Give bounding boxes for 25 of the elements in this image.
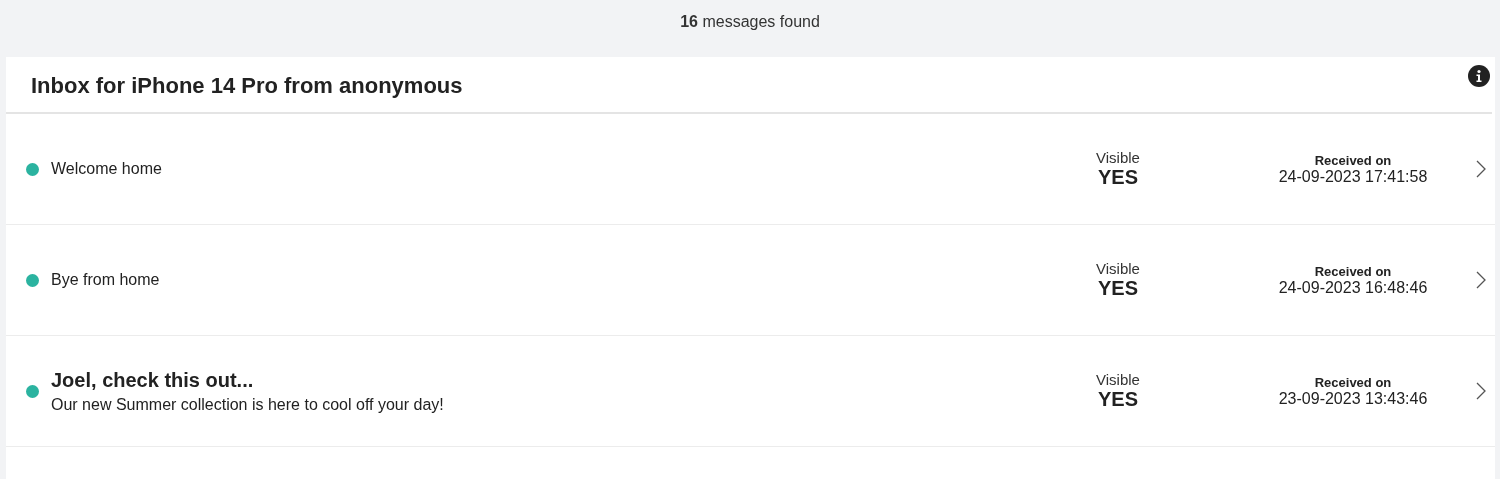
received-date: 24-09-2023 16:48:46 <box>1278 278 1428 297</box>
chevron-right-icon[interactable] <box>1475 159 1487 179</box>
message-row[interactable]: Bye from home Visible YES Received on 24-09-2023 16:48:46 <box>6 225 1495 336</box>
message-title: Bye from home <box>51 271 161 289</box>
message-title: Joel, check this out... <box>51 368 255 392</box>
inbox-title: Inbox for iPhone 14 Pro from anonymous <box>31 71 463 99</box>
visible-value: YES <box>1098 388 1138 411</box>
received-label: Received on <box>1314 374 1392 390</box>
received-label: Received on <box>1314 263 1392 279</box>
visible-value: YES <box>1098 166 1138 189</box>
message-row[interactable]: Joel, check this out... Our new Summer collection is here to cool off your day! Visible YES Received on 23-09-2023 13:43:46 <box>6 336 1495 447</box>
info-icon[interactable] <box>1468 65 1490 87</box>
chevron-right-icon[interactable] <box>1475 381 1487 401</box>
received-label: Received on <box>1314 152 1392 168</box>
message-body: Our new Summer collection is here to cool off your day! <box>51 395 445 414</box>
message-title: Welcome home <box>51 160 163 178</box>
chevron-right-icon[interactable] <box>1475 270 1487 290</box>
visible-label: Visible <box>1096 260 1140 277</box>
messages-count: 16 messages found <box>680 12 820 31</box>
message-row[interactable]: Welcome home Visible YES Received on 24-09-2023 17:41:58 <box>6 114 1495 225</box>
received-date: 23-09-2023 13:43:46 <box>1278 389 1428 408</box>
visible-label: Visible <box>1096 149 1140 166</box>
received-date: 24-09-2023 17:41:58 <box>1278 167 1428 186</box>
visible-label: Visible <box>1096 371 1140 388</box>
visible-value: YES <box>1098 277 1138 300</box>
